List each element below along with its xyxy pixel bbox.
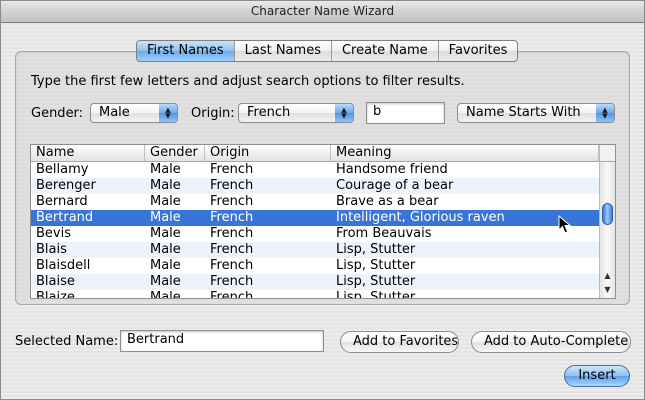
cell-name: Bernard xyxy=(36,194,88,209)
cell-gender: Male xyxy=(150,242,181,257)
cell-gender: Male xyxy=(150,258,181,273)
cell-name: Berenger xyxy=(36,178,96,193)
column-header-gender[interactable]: Gender xyxy=(145,145,205,161)
table-body: Bellamy Male French Handsome friend Bere… xyxy=(31,162,599,299)
cell-meaning: Courage of a bear xyxy=(336,178,454,193)
selected-name-field[interactable]: Bertrand xyxy=(120,330,324,352)
cell-gender: Male xyxy=(150,274,181,289)
cell-meaning: Lisp, Stutter xyxy=(336,290,416,299)
tab-create-name[interactable]: Create Name xyxy=(332,41,439,61)
cell-meaning: Lisp, Stutter xyxy=(336,258,416,273)
names-table: Name Gender Origin Meaning Bellamy Male … xyxy=(30,144,616,299)
table-row[interactable]: Berenger Male French Courage of a bear xyxy=(31,178,599,194)
gender-label: Gender: xyxy=(31,106,84,121)
cell-gender: Male xyxy=(150,290,181,299)
table-row[interactable]: Bellamy Male French Handsome friend xyxy=(31,162,599,178)
table-row[interactable]: Blaize Male French Lisp, Stutter xyxy=(31,290,599,299)
selected-name-label: Selected Name: xyxy=(15,334,119,349)
table-row[interactable]: Bevis Male French From Beauvais xyxy=(31,226,599,242)
add-to-favorites-button[interactable]: Add to Favorites xyxy=(340,331,459,353)
cell-origin: French xyxy=(210,162,254,177)
tab-favorites[interactable]: Favorites xyxy=(439,41,518,61)
table-row-selected[interactable]: Bertrand Male French Intelligent, Glorio… xyxy=(31,210,599,226)
match-mode-popup-value: Name Starts With xyxy=(466,105,581,120)
cell-name: Blaize xyxy=(36,290,75,299)
cell-name: Bellamy xyxy=(36,162,89,177)
character-name-wizard-window: Character Name Wizard First Names Last N… xyxy=(0,0,645,400)
cell-gender: Male xyxy=(150,210,181,225)
origin-popup-value: French xyxy=(247,105,291,120)
cell-meaning: Brave as a bear xyxy=(336,194,439,209)
cell-meaning: Handsome friend xyxy=(336,162,448,177)
insert-button[interactable]: Insert xyxy=(564,365,630,387)
cell-origin: French xyxy=(210,274,254,289)
cell-origin: French xyxy=(210,178,254,193)
tab-last-names[interactable]: Last Names xyxy=(235,41,332,61)
origin-label: Origin: xyxy=(191,106,235,121)
cell-origin: French xyxy=(210,210,254,225)
cell-origin: French xyxy=(210,226,254,241)
scroll-down-arrow-icon[interactable]: ▼ xyxy=(600,283,615,297)
cell-origin: French xyxy=(210,194,254,209)
cell-name: Bevis xyxy=(36,226,71,241)
column-header-name[interactable]: Name xyxy=(31,145,145,161)
match-mode-popup[interactable]: Name Starts With ▲ ▼ xyxy=(457,103,615,123)
search-input[interactable]: b xyxy=(366,102,445,124)
table-row[interactable]: Blaisdell Male French Lisp, Stutter xyxy=(31,258,599,274)
scrollbar-corner xyxy=(600,145,615,162)
add-to-auto-complete-button[interactable]: Add to Auto-Complete xyxy=(471,331,631,353)
table-header: Name Gender Origin Meaning xyxy=(31,145,599,162)
table-row[interactable]: Blais Male French Lisp, Stutter xyxy=(31,242,599,258)
scroll-up-arrow-icon[interactable]: ▲ xyxy=(600,269,615,283)
tab-bar: First Names Last Names Create Name Favor… xyxy=(136,40,519,62)
popup-arrows-icon: ▲ ▼ xyxy=(335,104,353,122)
cell-gender: Male xyxy=(150,178,181,193)
tab-first-names[interactable]: First Names xyxy=(137,41,235,61)
cell-origin: French xyxy=(210,290,254,299)
cell-name: Blais xyxy=(36,242,67,257)
column-header-meaning[interactable]: Meaning xyxy=(331,145,599,161)
cell-gender: Male xyxy=(150,162,181,177)
popup-arrows-icon: ▲ ▼ xyxy=(159,104,177,122)
gender-popup-value: Male xyxy=(99,105,130,120)
origin-popup[interactable]: French ▲ ▼ xyxy=(238,103,354,123)
instruction-text: Type the first few letters and adjust se… xyxy=(31,74,465,89)
cell-gender: Male xyxy=(150,194,181,209)
cell-origin: French xyxy=(210,258,254,273)
table-row[interactable]: Blaise Male French Lisp, Stutter xyxy=(31,274,599,290)
cell-meaning: Lisp, Stutter xyxy=(336,242,416,257)
mouse-pointer-icon xyxy=(558,215,572,234)
window-title: Character Name Wizard xyxy=(1,1,644,23)
popup-arrows-icon: ▲ ▼ xyxy=(596,104,614,122)
cell-name: Bertrand xyxy=(36,210,94,225)
scrollbar-thumb[interactable] xyxy=(602,203,613,225)
cell-name: Blaise xyxy=(36,274,75,289)
column-header-origin[interactable]: Origin xyxy=(205,145,331,161)
gender-popup[interactable]: Male ▲ ▼ xyxy=(90,103,178,123)
cell-gender: Male xyxy=(150,226,181,241)
cell-origin: French xyxy=(210,242,254,257)
cell-name: Blaisdell xyxy=(36,258,91,273)
table-scrollbar[interactable]: ▲ ▼ xyxy=(599,145,615,298)
table-row[interactable]: Bernard Male French Brave as a bear xyxy=(31,194,599,210)
cell-meaning: Lisp, Stutter xyxy=(336,274,416,289)
